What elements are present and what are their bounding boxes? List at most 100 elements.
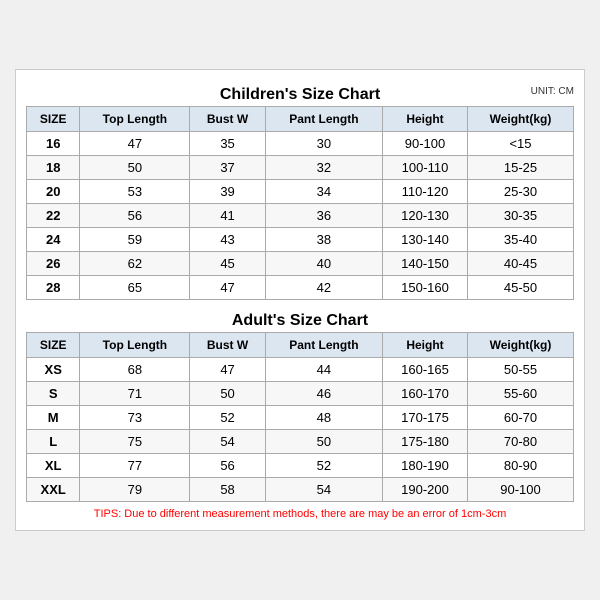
table-cell: 60-70 bbox=[467, 406, 573, 430]
table-cell: 50 bbox=[265, 430, 382, 454]
table-cell: 120-130 bbox=[383, 204, 468, 228]
table-cell: 40-45 bbox=[467, 252, 573, 276]
table-cell: 79 bbox=[80, 478, 190, 502]
table-cell: 68 bbox=[80, 358, 190, 382]
table-cell: 90-100 bbox=[383, 132, 468, 156]
table-row: 24594338130-14035-40 bbox=[27, 228, 574, 252]
table-cell: 32 bbox=[265, 156, 382, 180]
children-title-text: Children's Size Chart bbox=[220, 86, 380, 103]
table-cell: 54 bbox=[265, 478, 382, 502]
table-cell: 100-110 bbox=[383, 156, 468, 180]
table-row: 18503732100-11015-25 bbox=[27, 156, 574, 180]
adult-title: Adult's Size Chart bbox=[26, 306, 574, 332]
table-cell: 40 bbox=[265, 252, 382, 276]
table-cell: 28 bbox=[27, 276, 80, 300]
table-cell: 35 bbox=[190, 132, 265, 156]
table-cell: 48 bbox=[265, 406, 382, 430]
table-cell: 175-180 bbox=[383, 430, 468, 454]
table-cell: 26 bbox=[27, 252, 80, 276]
chart-container: Children's Size Chart UNIT: CM SIZE Top … bbox=[15, 69, 585, 531]
table-row: 1647353090-100<15 bbox=[27, 132, 574, 156]
table-cell: 62 bbox=[80, 252, 190, 276]
table-cell: XS bbox=[27, 358, 80, 382]
table-cell: 56 bbox=[190, 454, 265, 478]
table-cell: 170-175 bbox=[383, 406, 468, 430]
table-cell: 71 bbox=[80, 382, 190, 406]
table-cell: 110-120 bbox=[383, 180, 468, 204]
table-row: XXL795854190-20090-100 bbox=[27, 478, 574, 502]
table-cell: 90-100 bbox=[467, 478, 573, 502]
children-table: SIZE Top Length Bust W Pant Length Heigh… bbox=[26, 106, 574, 300]
table-cell: 52 bbox=[190, 406, 265, 430]
table-row: XL775652180-19080-90 bbox=[27, 454, 574, 478]
table-cell: 70-80 bbox=[467, 430, 573, 454]
table-cell: 36 bbox=[265, 204, 382, 228]
table-row: 20533934110-12025-30 bbox=[27, 180, 574, 204]
table-cell: 43 bbox=[190, 228, 265, 252]
table-cell: 39 bbox=[190, 180, 265, 204]
table-row: 22564136120-13030-35 bbox=[27, 204, 574, 228]
table-cell: 25-30 bbox=[467, 180, 573, 204]
table-cell: 47 bbox=[190, 276, 265, 300]
col-top-length-adult: Top Length bbox=[80, 333, 190, 358]
children-title: Children's Size Chart UNIT: CM bbox=[26, 80, 574, 106]
table-cell: 42 bbox=[265, 276, 382, 300]
col-top-length: Top Length bbox=[80, 107, 190, 132]
table-cell: 30-35 bbox=[467, 204, 573, 228]
col-bust-w: Bust W bbox=[190, 107, 265, 132]
table-cell: 41 bbox=[190, 204, 265, 228]
children-header-row: SIZE Top Length Bust W Pant Length Heigh… bbox=[27, 107, 574, 132]
table-cell: 22 bbox=[27, 204, 80, 228]
table-row: 26624540140-15040-45 bbox=[27, 252, 574, 276]
table-cell: XXL bbox=[27, 478, 80, 502]
table-cell: <15 bbox=[467, 132, 573, 156]
col-weight-adult: Weight(kg) bbox=[467, 333, 573, 358]
table-cell: 65 bbox=[80, 276, 190, 300]
table-cell: 55-60 bbox=[467, 382, 573, 406]
tips-text: TIPS: Due to different measurement metho… bbox=[26, 508, 574, 520]
table-cell: 160-165 bbox=[383, 358, 468, 382]
table-cell: 37 bbox=[190, 156, 265, 180]
table-cell: 56 bbox=[80, 204, 190, 228]
table-cell: 47 bbox=[190, 358, 265, 382]
table-row: S715046160-17055-60 bbox=[27, 382, 574, 406]
col-pant-length: Pant Length bbox=[265, 107, 382, 132]
table-cell: 53 bbox=[80, 180, 190, 204]
table-cell: 24 bbox=[27, 228, 80, 252]
table-row: XS684744160-16550-55 bbox=[27, 358, 574, 382]
table-cell: M bbox=[27, 406, 80, 430]
table-row: M735248170-17560-70 bbox=[27, 406, 574, 430]
unit-label: UNIT: CM bbox=[531, 86, 574, 97]
table-cell: 180-190 bbox=[383, 454, 468, 478]
table-cell: 50 bbox=[80, 156, 190, 180]
table-cell: 16 bbox=[27, 132, 80, 156]
adult-title-text: Adult's Size Chart bbox=[232, 312, 368, 329]
table-cell: 44 bbox=[265, 358, 382, 382]
col-height: Height bbox=[383, 107, 468, 132]
table-cell: 50-55 bbox=[467, 358, 573, 382]
table-cell: 47 bbox=[80, 132, 190, 156]
table-cell: 38 bbox=[265, 228, 382, 252]
table-cell: 34 bbox=[265, 180, 382, 204]
col-size-adult: SIZE bbox=[27, 333, 80, 358]
table-cell: XL bbox=[27, 454, 80, 478]
col-weight: Weight(kg) bbox=[467, 107, 573, 132]
table-cell: 77 bbox=[80, 454, 190, 478]
table-cell: 50 bbox=[190, 382, 265, 406]
table-cell: 150-160 bbox=[383, 276, 468, 300]
table-cell: 52 bbox=[265, 454, 382, 478]
table-cell: 59 bbox=[80, 228, 190, 252]
table-cell: 80-90 bbox=[467, 454, 573, 478]
table-cell: 190-200 bbox=[383, 478, 468, 502]
table-cell: L bbox=[27, 430, 80, 454]
table-cell: S bbox=[27, 382, 80, 406]
adult-header-row: SIZE Top Length Bust W Pant Length Heigh… bbox=[27, 333, 574, 358]
adult-table: SIZE Top Length Bust W Pant Length Heigh… bbox=[26, 332, 574, 502]
table-cell: 54 bbox=[190, 430, 265, 454]
table-cell: 75 bbox=[80, 430, 190, 454]
table-cell: 45 bbox=[190, 252, 265, 276]
col-size: SIZE bbox=[27, 107, 80, 132]
table-cell: 20 bbox=[27, 180, 80, 204]
table-row: 28654742150-16045-50 bbox=[27, 276, 574, 300]
table-cell: 140-150 bbox=[383, 252, 468, 276]
